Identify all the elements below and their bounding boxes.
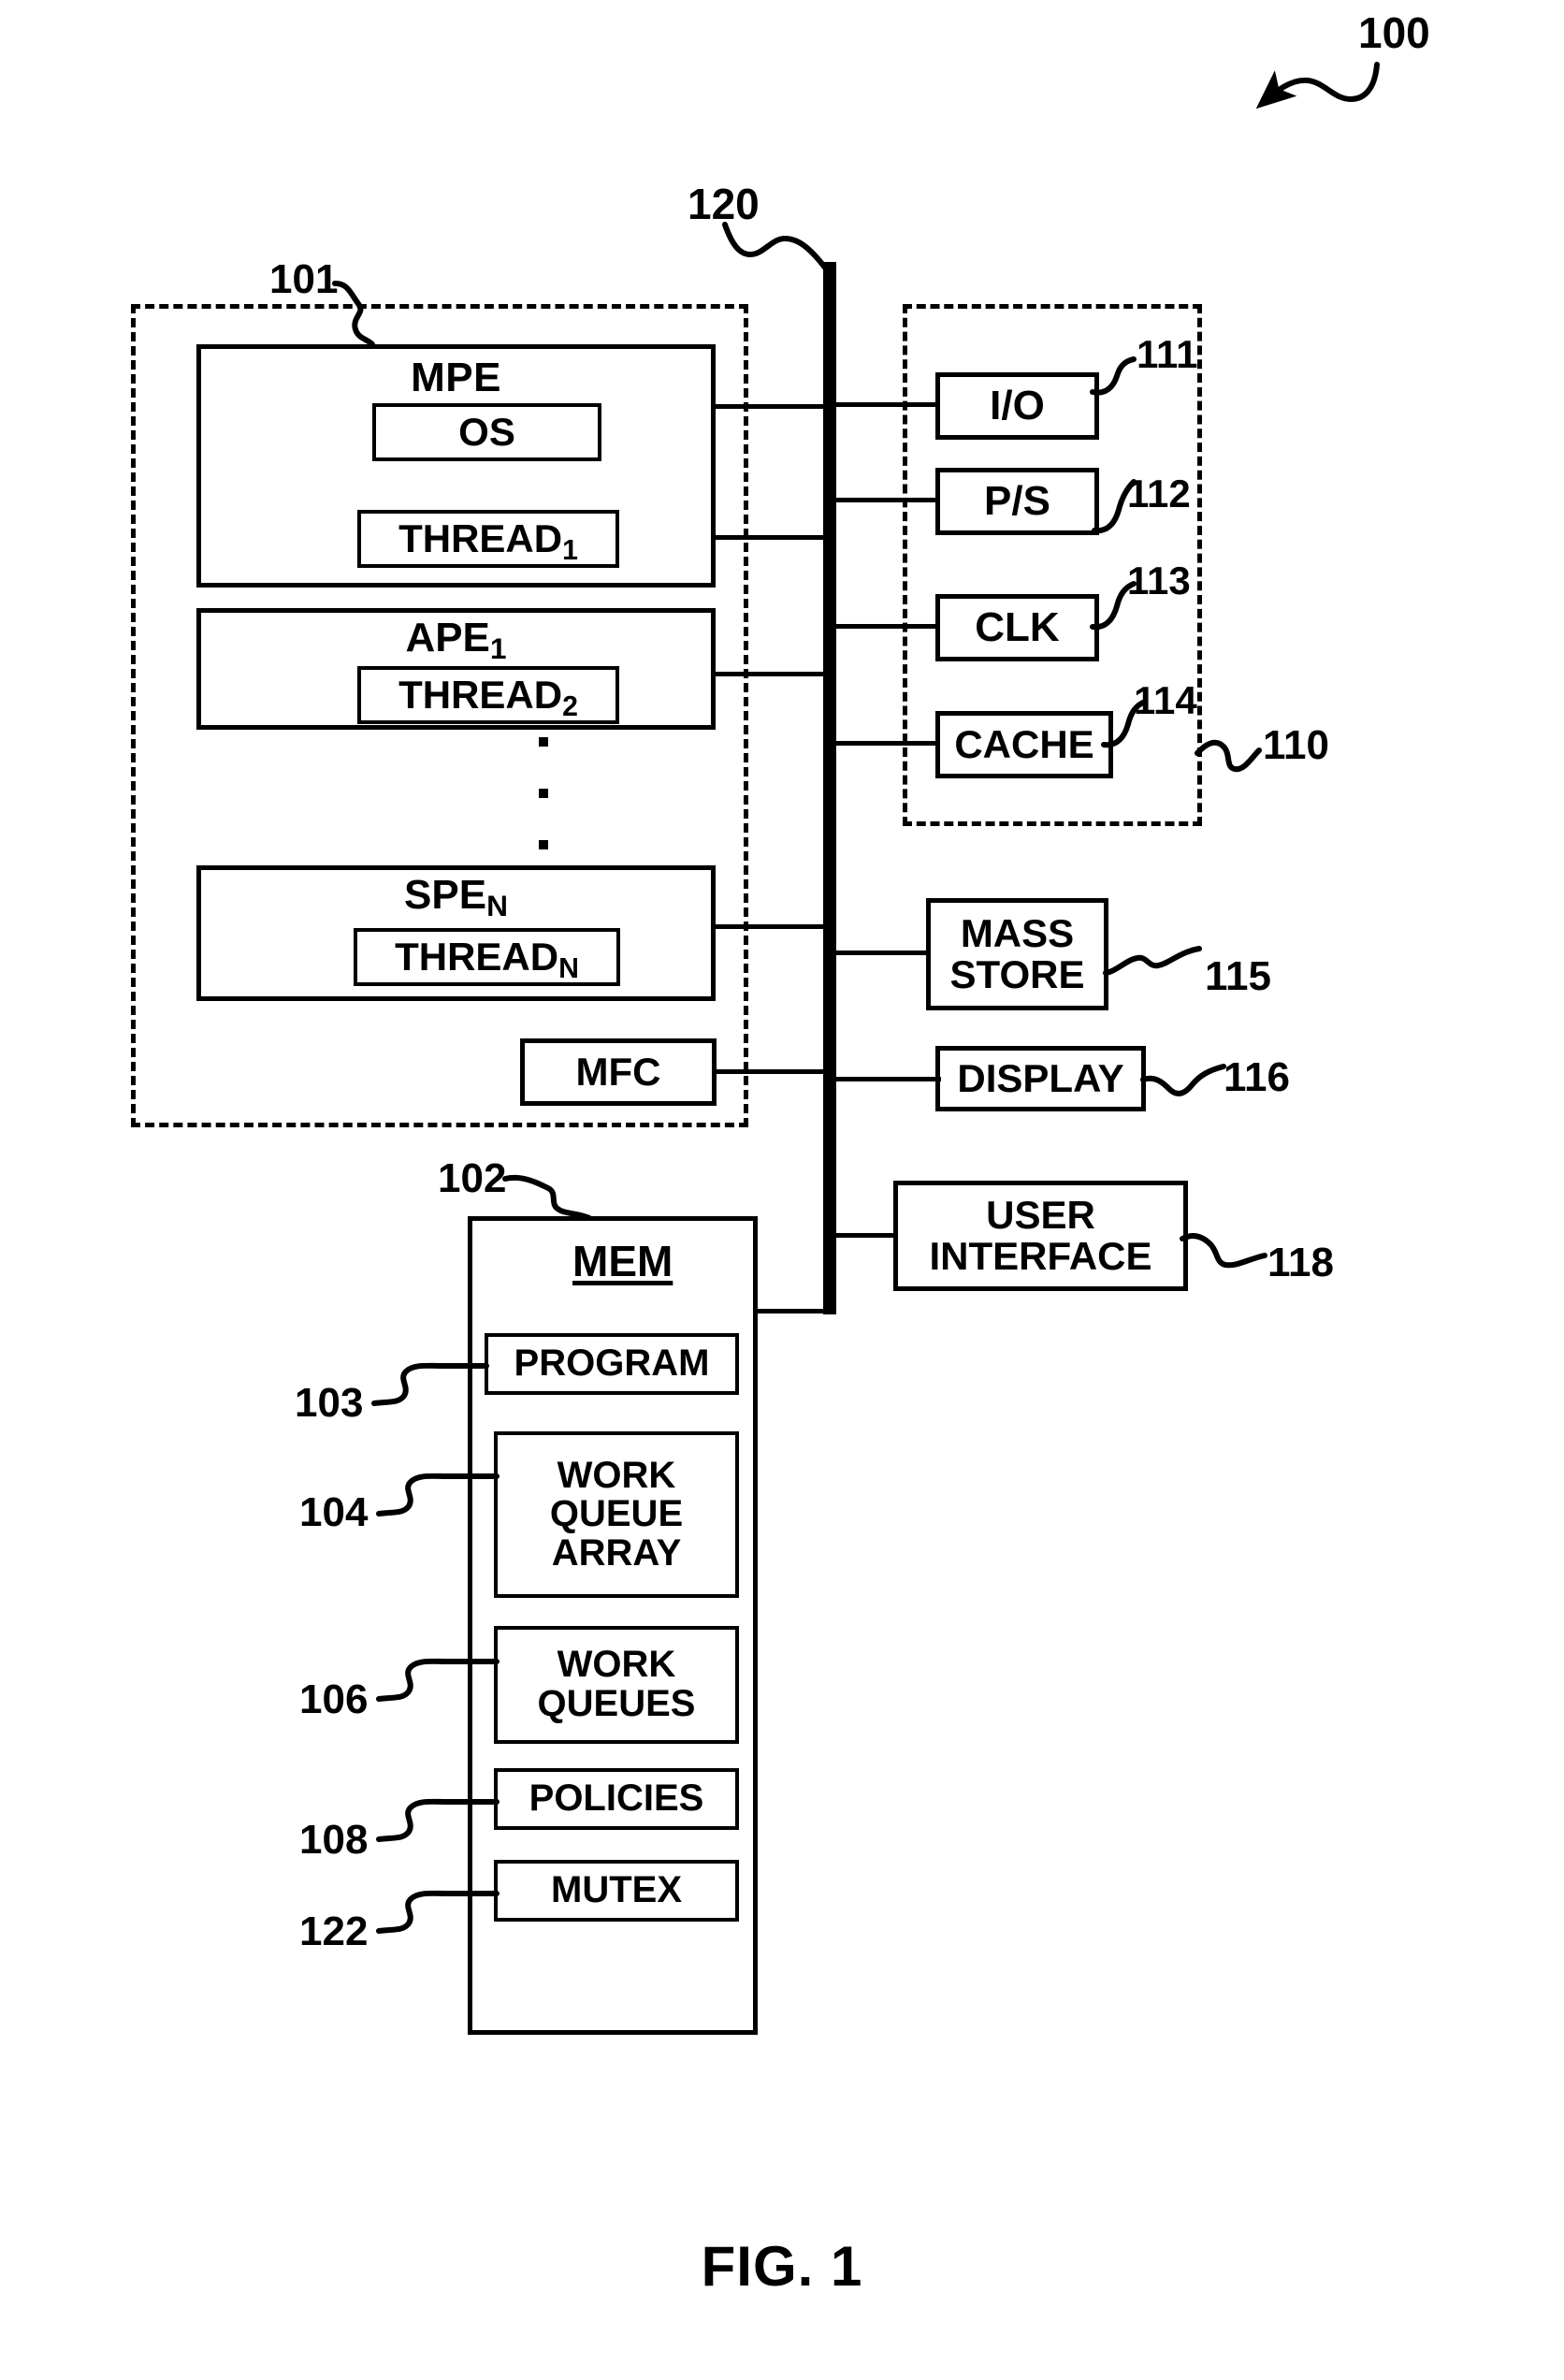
- ps-label: P/S: [984, 478, 1050, 525]
- connector-memory-bus: [753, 1309, 830, 1313]
- wq-line1: WORK: [557, 1644, 676, 1686]
- cache-block[interactable]: CACHE: [935, 711, 1113, 778]
- mass-store-line1: MASS: [960, 911, 1075, 956]
- work-queue-array-block[interactable]: WORK QUEUE ARRAY: [494, 1431, 739, 1598]
- ref-110-leader: [1195, 739, 1262, 773]
- ref-label-103: 103: [295, 1380, 364, 1426]
- ref-label-100: 100: [1358, 8, 1430, 57]
- connector-mpe-thread-bus: [713, 535, 827, 540]
- ellipsis-dot-3: [539, 840, 548, 849]
- ref-label-116: 116: [1224, 1054, 1290, 1100]
- ref-116-leader: [1140, 1064, 1226, 1096]
- user-interface-line1: USER: [986, 1193, 1095, 1238]
- thread2-label: THREAD2: [398, 673, 578, 723]
- ref-106-leader: [376, 1658, 500, 1702]
- ape1-label: APE1: [405, 615, 507, 666]
- clk-block[interactable]: CLK: [935, 594, 1099, 661]
- mfc-label: MFC: [575, 1050, 661, 1095]
- io-label: I/O: [990, 383, 1045, 429]
- ref-108-leader: [376, 1798, 500, 1842]
- system-bus: [823, 262, 836, 1314]
- connector-mpe-os-bus: [713, 404, 827, 409]
- ref-label-115: 115: [1205, 953, 1271, 999]
- ref-label-104: 104: [299, 1489, 369, 1535]
- display-label: DISPLAY: [957, 1056, 1124, 1101]
- ellipsis-dot-2: [539, 789, 548, 798]
- connector-bus-clk: [831, 624, 938, 629]
- ref-118-leader: [1180, 1233, 1267, 1269]
- spen-threadn-block[interactable]: THREADN: [354, 928, 620, 986]
- ref-102-leader: [502, 1175, 592, 1221]
- policies-label: POLICIES: [529, 1778, 704, 1820]
- ref-115-leader: [1103, 946, 1202, 976]
- patent-figure-page: 100 101 110 120 MPE OS THREAD1 APE1 THRE…: [0, 0, 1564, 2380]
- wq-line2: QUEUES: [537, 1683, 696, 1724]
- ref-104-leader: [376, 1473, 500, 1517]
- mpe-label: MPE: [411, 355, 501, 400]
- ellipsis-dot-1: [539, 737, 548, 747]
- threadn-label: THREADN: [395, 935, 579, 985]
- connector-spen-bus: [713, 924, 827, 929]
- ref-122-leader: [376, 1890, 500, 1934]
- ps-block[interactable]: P/S: [935, 468, 1099, 535]
- mutex-label: MUTEX: [551, 1869, 682, 1911]
- clk-label: CLK: [975, 604, 1060, 651]
- os-label: OS: [458, 410, 515, 455]
- mfc-block[interactable]: MFC: [520, 1038, 717, 1106]
- work-queues-block[interactable]: WORK QUEUES: [494, 1626, 739, 1744]
- thread1-label: THREAD1: [398, 516, 578, 567]
- ref-103-leader: [371, 1362, 489, 1406]
- connector-bus-ps: [831, 498, 938, 502]
- ref-114-leader: [1101, 699, 1148, 748]
- mass-store-block[interactable]: MASS STORE: [926, 898, 1108, 1010]
- ref-label-106: 106: [299, 1676, 369, 1722]
- connector-bus-user-interface: [831, 1233, 898, 1238]
- mass-store-line2: STORE: [949, 952, 1085, 996]
- connector-bus-cache: [831, 741, 938, 746]
- ref-label-101: 101: [269, 256, 339, 302]
- io-block[interactable]: I/O: [935, 372, 1099, 440]
- mpe-thread1-block[interactable]: THREAD1: [357, 510, 619, 568]
- ref-113-leader: [1090, 581, 1137, 631]
- ref-120-leader: [722, 222, 828, 270]
- ref-111-leader: [1090, 356, 1137, 396]
- wqa-line2: QUEUE: [549, 1493, 684, 1535]
- wqa-line3: ARRAY: [551, 1531, 682, 1574]
- display-block[interactable]: DISPLAY: [935, 1046, 1146, 1111]
- connector-bus-io: [831, 402, 938, 407]
- connector-mfc-bus: [713, 1069, 827, 1074]
- ref-label-122: 122: [299, 1908, 369, 1954]
- cache-label: CACHE: [954, 722, 1094, 767]
- connector-bus-display: [831, 1077, 941, 1081]
- connector-ape1-bus: [713, 672, 827, 676]
- spen-label: SPEN: [404, 872, 508, 923]
- policies-block[interactable]: POLICIES: [494, 1768, 739, 1830]
- ref-100-leader-arrow: [1255, 62, 1380, 109]
- wqa-line1: WORK: [557, 1454, 676, 1496]
- connector-bus-mass-store: [831, 951, 931, 955]
- program-label: PROGRAM: [514, 1342, 710, 1385]
- figure-caption: FIG. 1: [701, 2235, 863, 2298]
- ref-label-111: 111: [1137, 332, 1198, 376]
- user-interface-line2: INTERFACE: [929, 1234, 1152, 1278]
- user-interface-block[interactable]: USER INTERFACE: [893, 1181, 1188, 1291]
- memory-title: MEM: [572, 1237, 673, 1285]
- ape1-thread2-block[interactable]: THREAD2: [357, 666, 619, 724]
- ref-label-110: 110: [1263, 722, 1329, 768]
- mpe-os-block[interactable]: OS: [372, 403, 601, 461]
- mutex-block[interactable]: MUTEX: [494, 1860, 739, 1922]
- ref-112-leader: [1092, 479, 1137, 534]
- ref-label-118: 118: [1267, 1240, 1334, 1285]
- ref-label-108: 108: [299, 1817, 369, 1863]
- ref-label-102: 102: [438, 1155, 507, 1201]
- ref-label-120: 120: [688, 180, 760, 228]
- program-block[interactable]: PROGRAM: [485, 1333, 739, 1395]
